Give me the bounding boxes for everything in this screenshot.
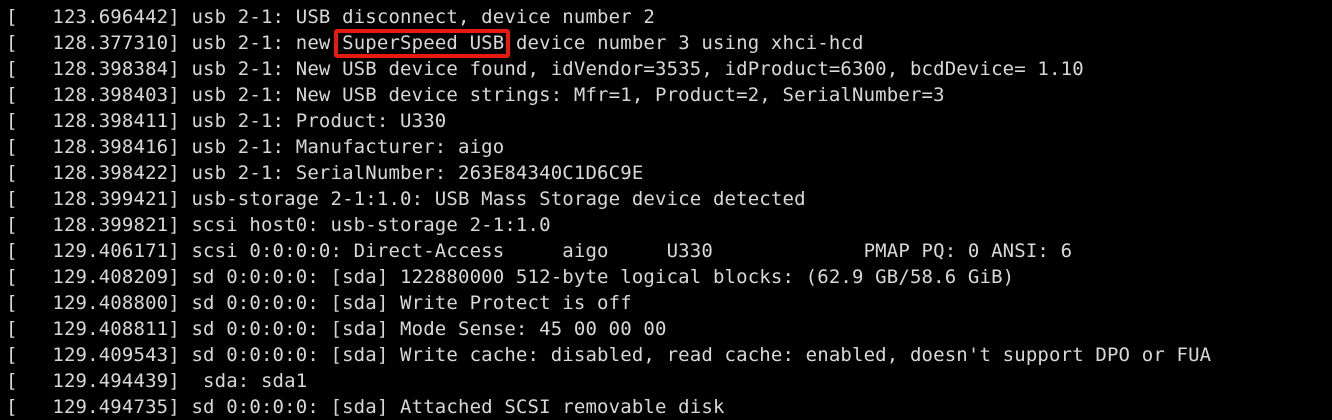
log-timestamp: [ 128.398416]	[6, 136, 192, 158]
log-timestamp: [ 128.399821]	[6, 214, 192, 236]
highlighted-text-superspeed-usb: SuperSpeed USB	[334, 29, 511, 58]
log-timestamp: [ 129.409543]	[6, 344, 192, 366]
log-timestamp: [ 129.408209]	[6, 266, 192, 288]
log-timestamp: [ 128.398403]	[6, 84, 192, 106]
log-timestamp: [ 129.494439]	[6, 370, 192, 392]
log-line: [ 129.409543] sd 0:0:0:0: [sda] Write ca…	[6, 342, 1211, 368]
log-message: sd 0:0:0:0: [sda] Attached SCSI removabl…	[191, 396, 725, 418]
log-message: sda: sda1	[191, 370, 308, 392]
log-message: sd 0:0:0:0: [sda] 122880000 512-byte log…	[191, 266, 1015, 288]
log-line: [ 129.406171] scsi 0:0:0:0: Direct-Acces…	[6, 238, 1072, 264]
log-line: [ 128.398422] usb 2-1: SerialNumber: 263…	[6, 160, 643, 186]
log-message: usb 2-1: Manufacturer: aigo	[191, 136, 505, 158]
log-line: [ 129.408209] sd 0:0:0:0: [sda] 12288000…	[6, 264, 1014, 290]
log-timestamp: [ 128.377310]	[6, 32, 192, 54]
log-timestamp: [ 128.398422]	[6, 162, 192, 184]
log-line: [ 128.398384] usb 2-1: New USB device fo…	[6, 56, 1084, 82]
log-line: [ 128.398403] usb 2-1: New USB device st…	[6, 82, 945, 108]
log-message: usb 2-1: SerialNumber: 263E84340C1D6C9E	[191, 162, 644, 184]
log-line: [ 128.399421] usb-storage 2-1:1.0: USB M…	[6, 186, 806, 212]
log-message: sd 0:0:0:0: [sda] Write Protect is off	[191, 292, 632, 314]
log-line: [ 123.696442] usb 2-1: USB disconnect, d…	[6, 4, 655, 30]
log-timestamp: [ 129.494735]	[6, 396, 192, 418]
log-line: [ 128.399821] scsi host0: usb-storage 2-…	[6, 212, 551, 238]
log-line: [ 128.398416] usb 2-1: Manufacturer: aig…	[6, 134, 504, 160]
log-line: [ 129.494735] sd 0:0:0:0: [sda] Attached…	[6, 394, 725, 420]
log-message-suffix: device number 3 using xhci-hcd	[504, 32, 864, 54]
log-timestamp: [ 128.399421]	[6, 188, 192, 210]
log-message-prefix: usb 2-1: new	[191, 32, 343, 54]
log-timestamp: [ 123.696442]	[6, 6, 192, 28]
log-line: [ 128.377310] usb 2-1: new SuperSpeed US…	[6, 29, 864, 58]
log-line: [ 129.408811] sd 0:0:0:0: [sda] Mode Sen…	[6, 316, 667, 342]
log-timestamp: [ 129.408800]	[6, 292, 192, 314]
log-message: sd 0:0:0:0: [sda] Write cache: disabled,…	[191, 344, 1212, 366]
log-message: usb 2-1: New USB device found, idVendor=…	[191, 58, 1084, 80]
log-message: scsi 0:0:0:0: Direct-Access aigo U330 PM…	[191, 240, 1073, 262]
log-line: [ 129.494439] sda: sda1	[6, 368, 307, 394]
log-line: [ 129.408800] sd 0:0:0:0: [sda] Write Pr…	[6, 290, 632, 316]
log-message: scsi host0: usb-storage 2-1:1.0	[191, 214, 551, 236]
log-message: usb 2-1: New USB device strings: Mfr=1, …	[191, 84, 945, 106]
log-timestamp: [ 129.408811]	[6, 318, 192, 340]
log-message: sd 0:0:0:0: [sda] Mode Sense: 45 00 00 0…	[191, 318, 667, 340]
log-line: [ 128.398411] usb 2-1: Product: U330	[6, 108, 446, 134]
log-message: usb 2-1: USB disconnect, device number 2	[191, 6, 655, 28]
terminal-window: [ 123.696442] usb 2-1: USB disconnect, d…	[0, 0, 1332, 418]
log-message: usb-storage 2-1:1.0: USB Mass Storage de…	[191, 188, 806, 210]
log-timestamp: [ 129.406171]	[6, 240, 192, 262]
log-timestamp: [ 128.398411]	[6, 110, 192, 132]
log-message: usb 2-1: Product: U330	[191, 110, 447, 132]
log-timestamp: [ 128.398384]	[6, 58, 192, 80]
